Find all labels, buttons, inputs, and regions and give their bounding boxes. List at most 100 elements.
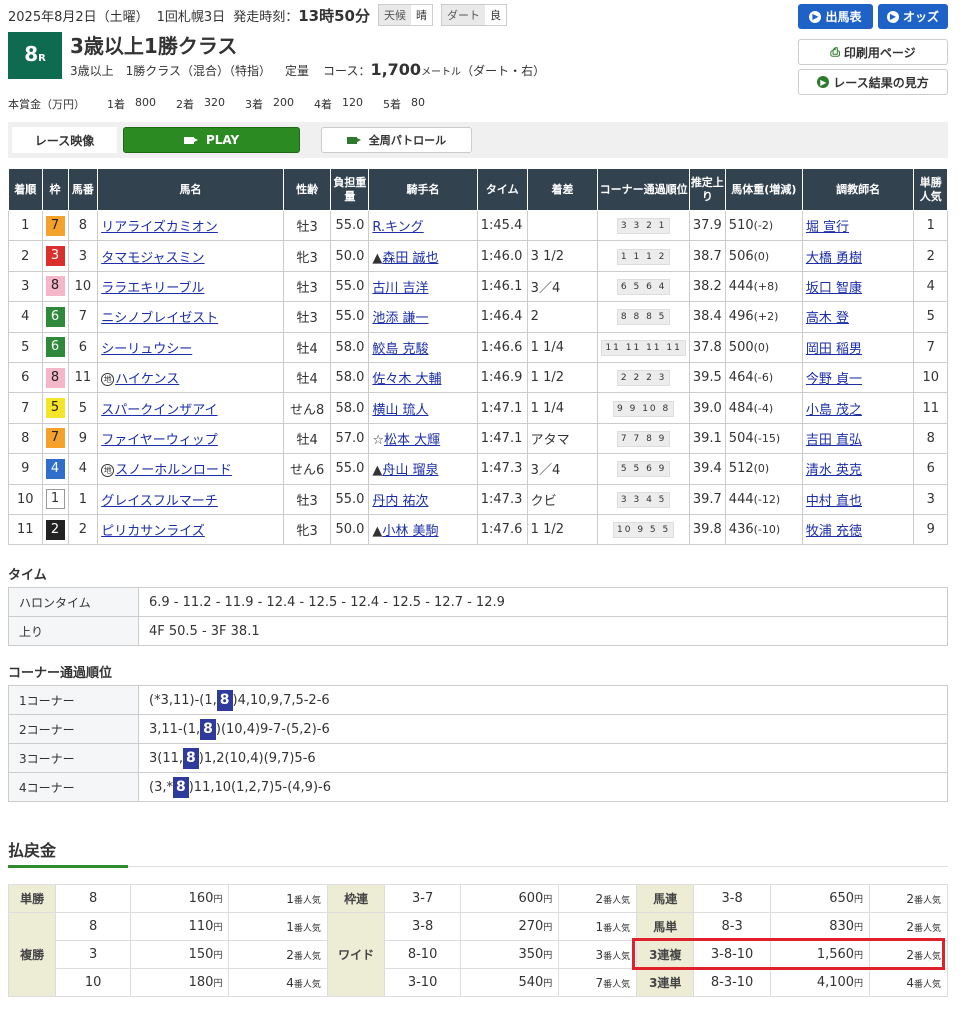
trainer-link[interactable]: 大橋 勇樹 [806,251,862,266]
print-button[interactable]: ⎙ 印刷用ページ [798,39,948,65]
sanrentan-popularity: 4 [906,975,914,990]
trainer-link[interactable]: 小島 茂之 [806,403,862,418]
finish-position: 8 [21,430,30,446]
jockey-link[interactable]: 小林 美駒 [382,524,438,539]
last-3f: 37.8 [692,339,722,355]
horse-number: 5 [78,400,87,416]
weather-badge: 天候晴 [377,4,433,26]
horse-name-link[interactable]: シーリュウシー [101,342,192,357]
table-row: 5 6 6 シーリュウシー 牡4 58.0 鮫島 克駿 1:46.6 1 1/4 11 11 11… [8,331,948,363]
payout-title: 払戻金 [8,841,57,860]
trainer-link[interactable]: 坂口 智康 [806,281,862,296]
horse-name-link[interactable]: タマモジャスミン [101,251,204,266]
umatan-label: 馬単 [636,912,695,941]
video-camera-icon [346,136,361,144]
jockey-link[interactable]: 池添 謙一 [372,311,428,326]
trainer-link[interactable]: 清水 英克 [806,463,862,478]
fukusho-amount: 150 [188,947,214,962]
sex-age: 牡4 [296,372,318,388]
fukusho-popularity: 1 [286,919,294,934]
horse-number: 10 [74,278,92,294]
sex-age: 牡4 [296,341,318,357]
table-row: 複勝 8 110円 1番人気 ワイド 3-8 270円 1番人気 馬単 8-3 830円 2番人気 [7,912,948,997]
jockey-link[interactable]: 横山 琉人 [372,403,428,418]
sex-age: 牡3 [296,220,318,236]
fukusho-label: 複勝 [7,912,57,997]
body-weight: 444 [728,491,754,507]
last-3f: 39.7 [692,491,722,507]
trainer-link[interactable]: 吉田 直弘 [806,433,862,448]
last-3f: 38.4 [692,309,722,325]
horse-name-link[interactable]: スパークインザアイ [101,403,217,418]
jockey-link[interactable]: 鮫島 克駿 [372,342,428,357]
finish-time: 1:47.3 [480,461,523,477]
corner-positions: 11 11 11 11 [601,339,686,356]
jockey-link[interactable]: R.キング [372,220,423,235]
weight-carried: 58.0 [335,339,365,355]
sex-age: 牝3 [296,524,318,540]
sex-age: 牡3 [296,311,318,327]
jockey-link[interactable]: 古川 吉洋 [372,281,428,296]
column-header: 馬名 [97,168,284,211]
horse-name-link[interactable]: ニシノブレイゼスト [101,311,218,326]
table-row: 上り 4F 50.5 - 3F 38.1 [8,616,948,646]
win-popularity: 2 [926,248,935,264]
howto-button[interactable]: ▶ レース結果の見方 [798,69,948,95]
sex-age: 牝3 [296,250,318,266]
table-row: 9 4 4 地スノーホルンロード せん6 55.0 ▲舟山 瑠泉 1:47.3 3／4 5 5 6… [8,453,948,485]
corner-positions: 9 9 10 8 [613,400,675,417]
table-row: 11 2 2 ピリカサンライズ 牝3 50.0 ▲小林 美駒 1:47.6 1 1/2 10 9 … [8,513,948,546]
jockey-link[interactable]: 松本 大輝 [384,433,440,448]
jockey-link[interactable]: 舟山 瑠泉 [382,463,438,478]
jockey-link[interactable]: 森田 誠也 [382,251,438,266]
furlong-label: ハロンタイム [8,587,139,617]
trainer-link[interactable]: 高木 登 [806,311,849,326]
body-weight-change: (-12) [753,492,781,506]
margin: 3 1/2 [530,248,564,264]
win-popularity: 8 [926,430,935,446]
trainer-link[interactable]: 中村 直也 [806,494,862,509]
body-weight-change: (-2) [753,219,774,233]
entries-button[interactable]: ▶ 出馬表 [798,4,873,29]
highlight-horse: 8 [172,776,189,798]
horse-name-link[interactable]: ピリカサンライズ [101,524,205,539]
horse-name-link[interactable]: グレイスフルマーチ [101,494,218,509]
column-header: 着順 [8,168,43,211]
column-header: 馬番 [67,168,99,211]
agari-times: 4F 50.5 - 3F 38.1 [138,616,948,646]
odds-button[interactable]: ▶ オッズ [878,4,948,29]
frame-badge: 8 [45,367,65,388]
trainer-link[interactable]: 今野 貞一 [806,372,862,387]
sanrentan-combo: 8-3-10 [710,975,754,990]
wakuren-amount: 600 [518,891,544,906]
trainer-link[interactable]: 岡田 稲男 [806,342,862,357]
time-section-title: タイム [8,568,47,583]
wide-amount: 350 [518,947,544,962]
frame-badge: 3 [45,246,65,267]
arrow-circle-icon: ▶ [886,10,899,23]
win-popularity: 4 [926,278,935,294]
table-row: ハロンタイム 6.9 - 11.2 - 11.9 - 12.4 - 12.5 - … [8,587,948,617]
horse-name-link[interactable]: ララエキリーブル [101,281,204,296]
win-popularity: 11 [922,400,939,416]
horse-number: 6 [78,339,87,355]
weight-carried: 58.0 [335,400,365,416]
margin: 1 1/2 [530,370,564,386]
corner-positions: 6 5 6 4 [616,278,671,295]
trainer-link[interactable]: 牧浦 充徳 [806,524,862,539]
horse-name-link[interactable]: スノーホルンロード [115,463,232,478]
time-table: ハロンタイム 6.9 - 11.2 - 11.9 - 12.4 - 12.5 - … [8,587,948,646]
horse-name-link[interactable]: リアライズカミオン [101,220,218,235]
finish-time: 1:46.0 [480,248,523,264]
jockey-link[interactable]: 佐々木 大輔 [372,372,441,387]
race-meta-line: 2025年8月2日（土曜） 1回札幌3日 発走時刻： 13時50分 天候晴 ダート… [8,4,507,26]
horse-name-link[interactable]: ハイケンス [115,372,179,387]
body-weight: 510 [728,218,754,234]
patrol-button[interactable]: 全周パトロール [321,127,472,153]
trainer-link[interactable]: 堀 宣行 [806,220,849,235]
horse-name-link[interactable]: ファイヤーウィップ [101,433,218,448]
play-button[interactable]: PLAY [123,127,300,153]
tansho-combo: 8 [89,891,98,906]
jockey-link[interactable]: 丹内 祐次 [372,494,428,509]
corner-section-title: コーナー通過順位 [8,666,113,681]
